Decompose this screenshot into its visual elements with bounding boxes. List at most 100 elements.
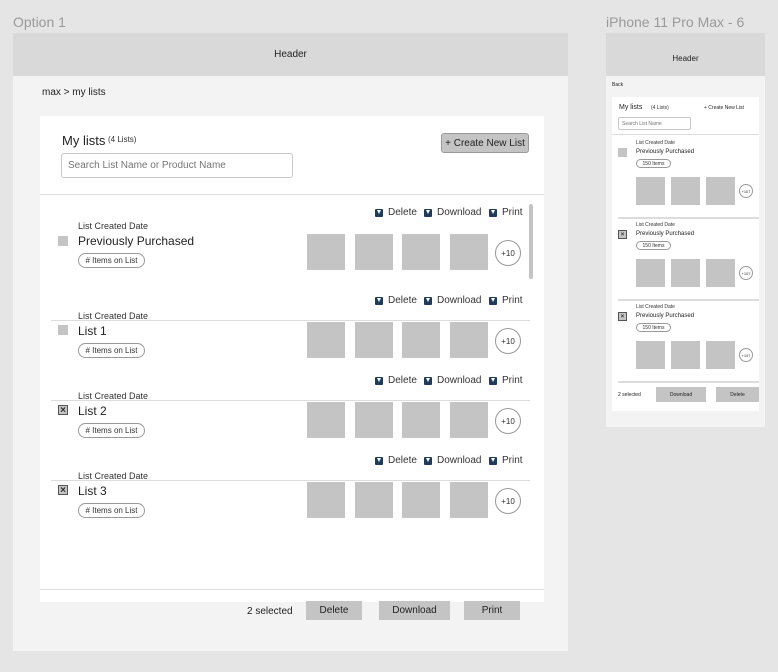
product-thumbnail[interactable]: [307, 482, 345, 518]
mobile-more-items-button[interactable]: +107: [739, 184, 753, 198]
mobile-list-created-date: List Created Date: [636, 140, 675, 146]
mobile-row-checkbox[interactable]: [618, 148, 627, 157]
product-thumbnail[interactable]: [307, 234, 345, 270]
mobile-items-badge: 150 Items: [636, 159, 671, 168]
mobile-list-created-date: List Created Date: [636, 304, 675, 310]
items-count-badge: # Items on List: [78, 343, 145, 358]
product-thumbnail[interactable]: [450, 402, 488, 438]
product-thumbnail[interactable]: [706, 259, 735, 287]
row-download-action[interactable]: Download: [424, 295, 481, 306]
row-checkbox[interactable]: [58, 236, 68, 246]
row-print-action[interactable]: Print: [489, 295, 523, 306]
list-name[interactable]: List 3: [78, 484, 107, 498]
footer-print-button[interactable]: Print: [464, 601, 520, 620]
mobile-header: Header: [606, 33, 765, 76]
row-delete-action[interactable]: Delete: [375, 207, 417, 218]
mobile-card-title: My lists: [619, 104, 643, 111]
product-thumbnail[interactable]: [355, 482, 393, 518]
row-checkbox-checked[interactable]: ×: [58, 485, 68, 496]
scrollbar-thumb[interactable]: [529, 204, 533, 279]
mobile-download-button[interactable]: Download: [656, 387, 706, 402]
row-checkbox-checked[interactable]: ×: [58, 405, 68, 416]
list-name[interactable]: Previously Purchased: [78, 234, 194, 248]
mobile-delete-button[interactable]: Delete: [716, 387, 759, 402]
list-created-date: List Created Date: [78, 221, 149, 231]
product-thumbnail[interactable]: [450, 482, 488, 518]
product-thumbnail[interactable]: [402, 402, 440, 438]
row-download-action[interactable]: Download: [424, 455, 481, 466]
items-count-badge: # Items on List: [78, 253, 145, 268]
delete-icon: [375, 376, 383, 385]
mobile-items-badge: 150 Items: [636, 323, 671, 332]
footer-delete-button[interactable]: Delete: [306, 601, 362, 620]
product-thumbnail[interactable]: [402, 322, 440, 358]
mobile-list-name[interactable]: Previously Purchased: [636, 149, 694, 155]
product-thumbnail[interactable]: [355, 322, 393, 358]
mobile-list-row: List Created Date Previously Purchased 1…: [612, 135, 759, 215]
product-thumbnail[interactable]: [355, 402, 393, 438]
product-thumbnail[interactable]: [671, 177, 700, 205]
row-checkbox[interactable]: [58, 325, 68, 335]
list-name[interactable]: List 1: [78, 324, 107, 338]
product-thumbnail[interactable]: [450, 234, 488, 270]
more-items-button[interactable]: +10: [495, 488, 521, 514]
row-download-action[interactable]: Download: [424, 375, 481, 386]
download-icon: [424, 208, 432, 217]
product-thumbnail[interactable]: [450, 322, 488, 358]
search-input[interactable]: [61, 153, 293, 178]
row-print-action[interactable]: Print: [489, 207, 523, 218]
more-items-button[interactable]: +10: [495, 328, 521, 354]
breadcrumb[interactable]: max > my lists: [42, 87, 106, 98]
product-thumbnail[interactable]: [355, 234, 393, 270]
product-thumbnail[interactable]: [671, 259, 700, 287]
product-thumbnail[interactable]: [636, 259, 665, 287]
mobile-create-new-list[interactable]: + Create New List: [704, 105, 744, 111]
row-print-action[interactable]: Print: [489, 375, 523, 386]
product-thumbnail[interactable]: [706, 341, 735, 369]
product-thumbnail[interactable]: [706, 177, 735, 205]
back-link[interactable]: Back: [612, 82, 623, 88]
row-delete-action[interactable]: Delete: [375, 455, 417, 466]
delete-label: Delete: [388, 295, 417, 306]
frame-label-iphone: iPhone 11 Pro Max - 6: [606, 14, 745, 30]
download-label: Download: [437, 455, 482, 466]
create-new-list-button[interactable]: + Create New List: [441, 133, 529, 153]
product-thumbnail[interactable]: [402, 234, 440, 270]
product-thumbnail[interactable]: [307, 402, 345, 438]
row-download-action[interactable]: Download: [424, 207, 481, 218]
print-label: Print: [502, 207, 523, 218]
mobile-row-divider: [618, 381, 759, 383]
product-thumbnail[interactable]: [402, 482, 440, 518]
download-label: Download: [437, 295, 482, 306]
row-delete-action[interactable]: Delete: [375, 295, 417, 306]
mobile-list-name[interactable]: Previously Purchased: [636, 313, 694, 319]
mobile-more-items-button[interactable]: +107: [739, 266, 753, 280]
product-thumbnail[interactable]: [636, 177, 665, 205]
print-label: Print: [502, 375, 523, 386]
print-icon: [489, 456, 497, 465]
mobile-more-items-button[interactable]: +107: [739, 348, 753, 362]
print-icon: [489, 296, 497, 305]
print-icon: [489, 376, 497, 385]
print-label: Print: [502, 295, 523, 306]
product-thumbnail[interactable]: [636, 341, 665, 369]
mobile-search-input[interactable]: [618, 117, 691, 130]
row-print-action[interactable]: Print: [489, 455, 523, 466]
print-label: Print: [502, 455, 523, 466]
mobile-row-checkbox-checked[interactable]: ×: [618, 312, 627, 321]
download-icon: [424, 456, 432, 465]
row-delete-action[interactable]: Delete: [375, 375, 417, 386]
product-thumbnail[interactable]: [307, 322, 345, 358]
product-thumbnail[interactable]: [671, 341, 700, 369]
desktop-header: Header: [13, 33, 568, 76]
list-created-date: List Created Date: [78, 391, 149, 401]
mobile-lists-card: My lists (4 Lists) + Create New List Lis…: [612, 97, 759, 411]
mobile-list-name[interactable]: Previously Purchased: [636, 231, 694, 237]
more-items-button[interactable]: +10: [495, 240, 521, 266]
list-row: Delete Download Print × List Created Dat…: [40, 446, 544, 526]
delete-label: Delete: [388, 455, 417, 466]
list-name[interactable]: List 2: [78, 404, 107, 418]
mobile-row-checkbox-checked[interactable]: ×: [618, 230, 627, 239]
more-items-button[interactable]: +10: [495, 408, 521, 434]
footer-download-button[interactable]: Download: [379, 601, 450, 620]
